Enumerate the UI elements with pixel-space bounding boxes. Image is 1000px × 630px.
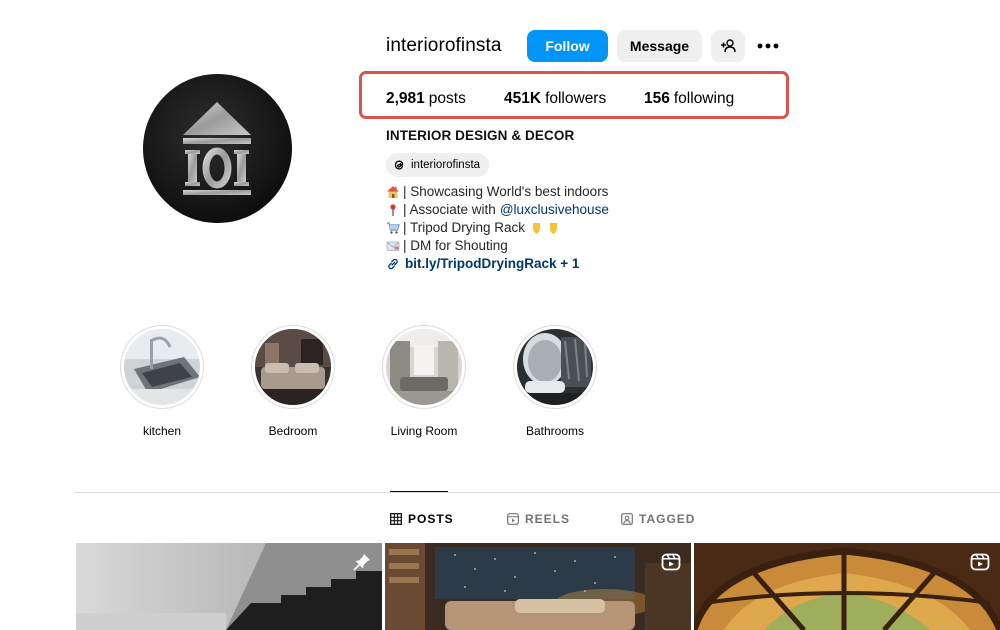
tab-reels-label: REELS (525, 512, 571, 526)
highlight-label: kitchen (142, 424, 182, 438)
shopping-cart-emoji-icon (387, 222, 400, 234)
highlight-kitchen[interactable]: kitchen (112, 325, 212, 438)
username: interiorofinsta (386, 34, 502, 56)
forest-dome-post-image (694, 543, 1000, 630)
suggest-user-button[interactable] (711, 30, 745, 62)
bio-text-1: | Showcasing World's best indoors (403, 184, 609, 199)
building-logo-icon (143, 74, 292, 223)
tagged-icon (621, 513, 633, 525)
post-tile[interactable] (385, 543, 691, 630)
highlight-bathrooms[interactable]: Bathrooms (505, 325, 605, 438)
threads-handle: interiorofinsta (411, 159, 481, 171)
highlight-ring (513, 325, 597, 409)
bio-line-3: | Tripod Drying Rack (386, 219, 609, 237)
kitchen-thumbnail (124, 329, 200, 405)
message-button[interactable]: Message (617, 30, 702, 62)
active-tab-indicator (390, 491, 448, 492)
posts-count: 2,981 (386, 90, 425, 107)
following-stat[interactable]: 156 following (644, 90, 734, 108)
add-user-icon (721, 39, 736, 53)
pin-icon (353, 554, 370, 571)
more-options-button[interactable] (755, 30, 781, 62)
bio-text-4: | DM for Shouting (403, 238, 508, 253)
bio-line-1: | Showcasing World's best indoors (386, 183, 609, 201)
mention-link[interactable]: @luxclusivehouse (500, 201, 609, 219)
bio-text-2: | Associate with (403, 202, 496, 217)
profile-avatar[interactable] (143, 74, 292, 223)
bio-external-link[interactable]: bit.ly/TripodDryingRack + 1 (386, 255, 609, 273)
more-dots-icon (757, 43, 779, 49)
highlight-ring (120, 325, 204, 409)
highlight-living-room[interactable]: Living Room (374, 325, 474, 438)
post-tile[interactable] (694, 543, 1000, 630)
highlight-ring (382, 325, 466, 409)
post-tile[interactable] (76, 543, 382, 630)
tab-posts-label: POSTS (408, 512, 454, 526)
tabs-divider (75, 492, 1000, 493)
bathrooms-thumbnail (517, 329, 593, 405)
following-count: 156 (644, 90, 670, 107)
cozy-bedroom-post-image (385, 543, 691, 630)
highlight-bedroom[interactable]: Bedroom (243, 325, 343, 438)
staircase-post-image (76, 543, 382, 630)
threads-icon (394, 160, 404, 170)
highlight-label: Living Room (390, 424, 458, 438)
tab-posts[interactable]: POSTS (390, 512, 454, 526)
envelope-emoji-icon (386, 241, 400, 251)
reel-icon (970, 553, 990, 571)
threads-link[interactable]: interiorofinsta (386, 153, 490, 177)
posts-stat: 2,981 posts (386, 90, 466, 108)
highlight-label: Bathrooms (525, 424, 585, 438)
reel-icon (661, 553, 681, 571)
highlight-label: Bedroom (268, 424, 318, 438)
pointing-down-emoji-icon (533, 223, 558, 234)
following-label: following (673, 90, 735, 107)
highlight-ring (251, 325, 335, 409)
bio-line-4: | DM for Shouting (386, 237, 609, 255)
profile-bio: | Showcasing World's best indoors | Asso… (386, 183, 609, 273)
link-icon (388, 258, 398, 270)
bio-link-text: bit.ly/TripodDryingRack + 1 (405, 256, 580, 271)
house-emoji-icon (387, 186, 399, 198)
bedroom-thumbnail (255, 329, 331, 405)
pin-emoji-icon (390, 204, 396, 216)
followers-label: followers (545, 90, 607, 107)
profile-full-name: INTERIOR DESIGN & DECOR (386, 128, 575, 143)
bio-line-2: | Associate with @luxclusivehouse (386, 201, 609, 219)
followers-stat[interactable]: 451K followers (504, 90, 606, 108)
followers-count: 451K (504, 90, 542, 107)
posts-label: posts (428, 90, 466, 107)
tab-tagged-label: TAGGED (639, 512, 696, 526)
tab-reels[interactable]: REELS (507, 512, 570, 526)
username-row: interiorofinsta (386, 29, 502, 62)
reels-icon (507, 513, 519, 525)
living-room-thumbnail (386, 329, 462, 405)
bio-text-3: | Tripod Drying Rack (403, 220, 526, 235)
follow-button[interactable]: Follow (527, 30, 608, 62)
tab-tagged[interactable]: TAGGED (621, 512, 695, 526)
grid-icon (390, 513, 402, 525)
